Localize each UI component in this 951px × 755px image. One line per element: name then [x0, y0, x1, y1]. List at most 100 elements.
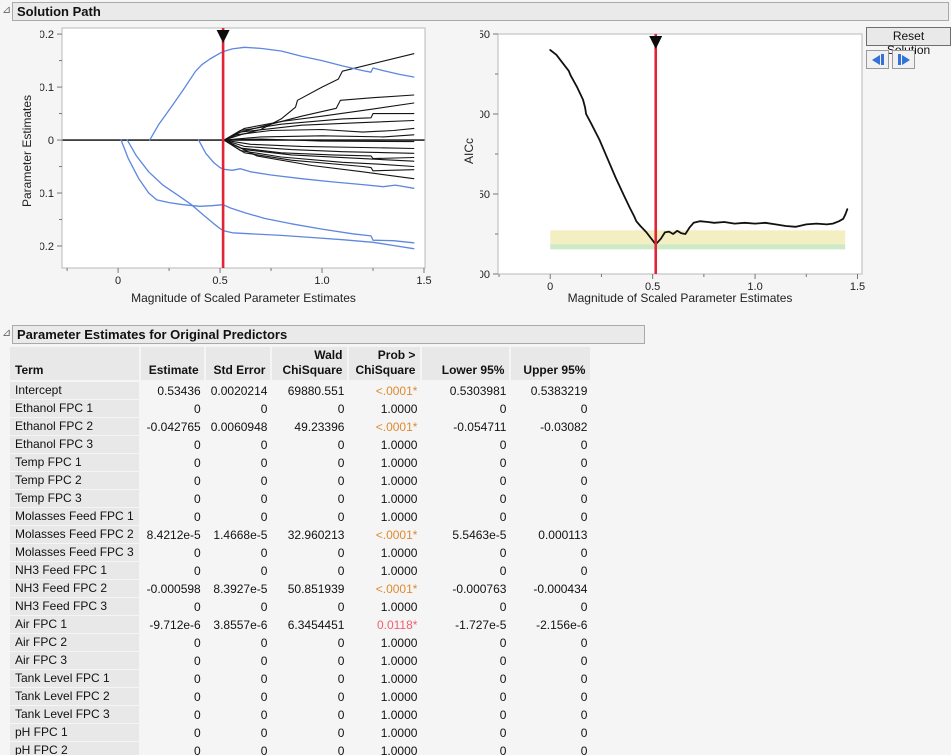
- column-header-prob-chisquare: Prob >ChiSquare: [349, 347, 422, 382]
- table-row: Air FPC 1-9.712e-63.8557e-66.34544510.01…: [10, 616, 592, 634]
- value-cell: 50.851939: [272, 580, 349, 598]
- table-row: Air FPC 20001.000000: [10, 634, 592, 652]
- value-cell: 0: [141, 472, 206, 490]
- term-cell: Temp FPC 2: [10, 472, 141, 490]
- table-row: Ethanol FPC 10001.000000: [10, 400, 592, 418]
- value-cell: 0: [206, 598, 273, 616]
- value-cell: 0: [422, 400, 511, 418]
- value-cell: 0: [272, 400, 349, 418]
- table-row: Molasses Feed FPC 30001.000000: [10, 544, 592, 562]
- value-cell: 0: [272, 472, 349, 490]
- value-cell: 0.5383219: [511, 382, 592, 400]
- term-cell: pH FPC 1: [10, 724, 141, 742]
- value-cell: 0: [422, 634, 511, 652]
- step-forward-arrow-icon: [902, 55, 910, 65]
- value-cell: 0: [422, 562, 511, 580]
- value-cell: 0: [272, 742, 349, 755]
- value-cell: 0: [422, 454, 511, 472]
- value-cell: 1.0000: [349, 598, 422, 616]
- value-cell: 1.0000: [349, 634, 422, 652]
- value-cell: 0: [422, 688, 511, 706]
- value-cell: 0.5303981: [422, 382, 511, 400]
- y-tick-label: 0.1: [40, 82, 54, 94]
- column-header-upper-95-: Upper 95%: [511, 347, 592, 382]
- value-cell: 0: [141, 562, 206, 580]
- x-tick-label: 1.5: [416, 275, 431, 287]
- value-cell: 0.0020214: [206, 382, 273, 400]
- term-cell: NH3 Feed FPC 1: [10, 562, 141, 580]
- value-cell: 0: [511, 634, 592, 652]
- step-forward-button[interactable]: [892, 50, 915, 69]
- term-cell: Tank Level FPC 2: [10, 688, 141, 706]
- value-cell: -0.000434: [511, 580, 592, 598]
- step-back-arrow-icon: [872, 55, 880, 65]
- table-row: Temp FPC 30001.000000: [10, 490, 592, 508]
- y-tick-label: -400: [480, 109, 490, 121]
- solution-path-chart[interactable]: 00.51.01.50.20.10-0.1-0.2: [40, 24, 440, 308]
- x-tick-label: 0: [115, 275, 121, 287]
- value-cell: 0: [206, 688, 273, 706]
- x-tick-label: 1.0: [314, 275, 329, 287]
- value-cell: -0.03082: [511, 418, 592, 436]
- parameter-estimates-header[interactable]: Parameter Estimates for Original Predict…: [12, 325, 645, 344]
- term-cell: Tank Level FPC 1: [10, 670, 141, 688]
- value-cell: -1.727e-5: [422, 616, 511, 634]
- table-row: Tank Level FPC 20001.000000: [10, 688, 592, 706]
- column-header-wald-chisquare: WaldChiSquare: [272, 347, 349, 382]
- value-cell: 1.0000: [349, 454, 422, 472]
- table-row: Tank Level FPC 30001.000000: [10, 706, 592, 724]
- value-cell: 0: [206, 490, 273, 508]
- y-tick-label: 0: [48, 135, 54, 147]
- value-cell: 0: [141, 688, 206, 706]
- aicc-chart[interactable]: 00.51.01.5-350-400-450-500: [480, 24, 875, 308]
- value-cell: 0: [511, 706, 592, 724]
- value-cell: 0: [511, 652, 592, 670]
- term-cell: Temp FPC 1: [10, 454, 141, 472]
- value-cell: 0: [206, 544, 273, 562]
- value-cell: 0: [511, 688, 592, 706]
- reset-solution-button[interactable]: Reset Solution: [866, 27, 951, 46]
- value-cell: 0: [422, 508, 511, 526]
- value-cell: 0: [206, 706, 273, 724]
- green-zone-band: [550, 244, 845, 249]
- left-chart-y-axis-title: Parameter Estimates: [20, 55, 35, 247]
- y-tick-label: -450: [480, 189, 490, 201]
- table-row: NH3 Feed FPC 10001.000000: [10, 562, 592, 580]
- step-back-button[interactable]: [866, 50, 889, 69]
- value-cell: 8.4212e-5: [141, 526, 206, 544]
- left-chart-x-axis-title: Magnitude of Scaled Parameter Estimates: [62, 291, 425, 305]
- value-cell: 0: [141, 724, 206, 742]
- value-cell: 5.5463e-5: [422, 526, 511, 544]
- value-cell: 1.0000: [349, 652, 422, 670]
- value-cell: 0: [206, 724, 273, 742]
- value-cell: 32.960213: [272, 526, 349, 544]
- solution-path-header[interactable]: Solution Path: [12, 2, 949, 21]
- x-tick-label: 0.5: [212, 275, 227, 287]
- term-cell: Ethanol FPC 3: [10, 436, 141, 454]
- value-cell: 1.0000: [349, 490, 422, 508]
- value-cell: 0: [272, 598, 349, 616]
- value-cell: 1.0000: [349, 742, 422, 755]
- value-cell: 1.0000: [349, 724, 422, 742]
- value-cell: 0: [141, 598, 206, 616]
- value-cell: 0: [141, 652, 206, 670]
- value-cell: 0: [511, 724, 592, 742]
- disclosure-triangle-icon[interactable]: ⊿: [2, 5, 11, 16]
- disclosure-triangle-icon[interactable]: ⊿: [2, 328, 11, 339]
- parameter-estimates-table: TermEstimateStd ErrorWaldChiSquareProb >…: [10, 347, 592, 755]
- jmp-report-window: ⊿ Solution Path Parameter Estimates 00.5…: [0, 0, 951, 755]
- y-tick-label: -500: [480, 269, 490, 281]
- value-cell: 0: [206, 472, 273, 490]
- value-cell: 0: [422, 436, 511, 454]
- term-cell: Intercept: [10, 382, 141, 400]
- value-cell: 0: [511, 670, 592, 688]
- value-cell: 0: [206, 454, 273, 472]
- step-forward-bar-icon: [898, 54, 901, 65]
- value-cell: 69880.551: [272, 382, 349, 400]
- table-row: NH3 Feed FPC 2-0.0005988.3927e-550.85193…: [10, 580, 592, 598]
- y-tick-label: 0.2: [40, 29, 54, 41]
- value-cell: 1.4668e-5: [206, 526, 273, 544]
- value-cell: 0: [141, 544, 206, 562]
- value-cell: 0: [422, 490, 511, 508]
- value-cell: 1.0000: [349, 688, 422, 706]
